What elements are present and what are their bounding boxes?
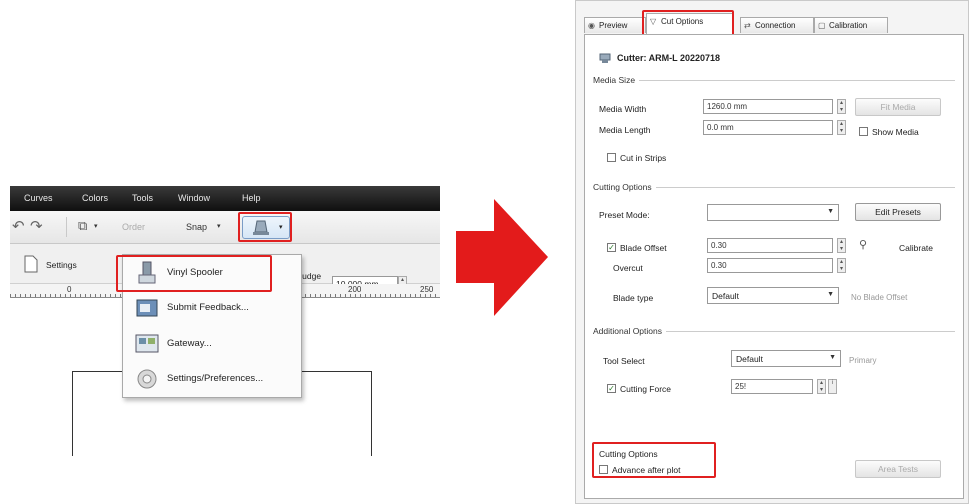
redo-icon[interactable]: ↷	[30, 217, 43, 235]
cutting-force-checkbox[interactable]: ✓	[607, 384, 616, 393]
menu-item-gateway[interactable]: Gateway...	[127, 329, 299, 359]
edit-presets-button[interactable]: Edit Presets	[855, 203, 941, 221]
menu-colors[interactable]: Colors	[82, 193, 108, 203]
overcut-label: Overcut	[613, 263, 643, 273]
tab-connection[interactable]: ⇄ Connection	[740, 17, 814, 33]
blade-type-label: Blade type	[613, 293, 654, 303]
show-media-label: Show Media	[872, 127, 919, 137]
preset-mode-select[interactable]: ▼	[707, 204, 839, 221]
area-tests-button[interactable]: Area Tests	[855, 460, 941, 478]
group-title: Additional Options	[593, 326, 666, 336]
calibration-icon: ▢	[818, 21, 826, 30]
left-screenshot: Curves Colors Tools Window Help ↶ ↷ ⧉ ▾ …	[10, 186, 440, 456]
cutter-name: Cutter: ARM-L 20220718	[617, 53, 721, 63]
group-title: Cutting Options	[593, 182, 656, 192]
preset-mode-label: Preset Mode:	[599, 210, 650, 220]
settings-button[interactable]: Settings	[46, 260, 77, 270]
settings-icon	[137, 369, 157, 389]
additional-options-group: Additional Options Tool Select Default ▼…	[593, 326, 955, 441]
menu-item-label: Settings/Preferences...	[167, 373, 264, 384]
gateway-icon	[135, 334, 159, 353]
media-size-group: Media Size Media Width 1260.0 mm ▴ ▾ Fit …	[593, 75, 955, 175]
overcut-stepper[interactable]: ▴ ▾	[837, 258, 846, 273]
arrange-icon[interactable]: ⧉	[78, 218, 87, 234]
cut-options-panel: ◉ Preview ▽ Cut Options ⇄ Connection ▢ C…	[575, 0, 969, 504]
cutting-force-info-icon[interactable]: i	[828, 379, 837, 394]
highlight-vinyl-spooler	[116, 255, 272, 292]
calibrate-icon: ⚲	[859, 239, 868, 251]
chevron-down-icon: ▼	[827, 208, 834, 215]
calibrate-button[interactable]: Calibrate	[899, 243, 933, 253]
cutting-force-label: Cutting Force	[620, 384, 672, 394]
tab-label: Connection	[755, 21, 796, 30]
chevron-down-icon: ▾	[217, 223, 221, 230]
blade-type-select[interactable]: Default ▼	[707, 287, 839, 304]
menu-bar: Curves Colors Tools Window Help	[10, 186, 440, 211]
menu-help[interactable]: Help	[242, 193, 261, 203]
cutting-force-input[interactable]: 25!	[731, 379, 813, 394]
tool-select-value: Default	[736, 354, 763, 364]
menu-window[interactable]: Window	[178, 193, 210, 203]
preview-icon: ◉	[588, 21, 595, 30]
highlight-plugin-button	[238, 212, 292, 242]
blade-offset-note: No Blade Offset	[851, 293, 908, 302]
tool-select-select[interactable]: Default ▼	[731, 350, 841, 367]
ruler-tick-label: 250	[420, 285, 434, 294]
chevron-down-icon: ▼	[829, 354, 836, 361]
show-media-checkbox[interactable]	[859, 127, 868, 136]
menu-item-settings-preferences[interactable]: Settings/Preferences...	[127, 364, 299, 394]
blade-offset-label: Blade Offset	[620, 243, 667, 253]
feedback-icon	[136, 299, 158, 317]
ruler-tick-label: 200	[348, 285, 362, 294]
cutting-options-group: Cutting Options Preset Mode: ▼ Edit Pres…	[593, 182, 955, 317]
menu-item-label: Submit Feedback...	[167, 302, 249, 313]
menu-tools[interactable]: Tools	[132, 193, 153, 203]
order-button[interactable]: Order	[122, 222, 145, 232]
blade-offset-stepper[interactable]: ▴ ▾	[837, 238, 846, 253]
undo-icon[interactable]: ↶	[12, 217, 25, 235]
cutting-force-stepper[interactable]: ▴ ▾	[817, 379, 826, 394]
cut-in-strips-checkbox[interactable]	[607, 153, 616, 162]
tool-select-label: Tool Select	[603, 356, 645, 366]
media-length-label: Media Length	[599, 125, 651, 135]
blade-offset-input[interactable]: 0.30	[707, 238, 833, 253]
menu-item-submit-feedback[interactable]: Submit Feedback...	[127, 293, 299, 323]
tab-preview[interactable]: ◉ Preview	[584, 17, 646, 33]
panel-tabs: ◉ Preview ▽ Cut Options ⇄ Connection ▢ C…	[584, 13, 964, 35]
group-title: Media Size	[593, 75, 640, 85]
chevron-down-icon: ▼	[827, 291, 834, 298]
menu-item-label: Gateway...	[167, 338, 212, 349]
media-width-stepper[interactable]: ▴ ▾	[837, 99, 846, 114]
tab-label: Calibration	[829, 21, 868, 30]
media-length-input[interactable]: 0.0 mm	[703, 120, 833, 135]
snap-button[interactable]: Snap	[186, 222, 207, 232]
overcut-input[interactable]: 0.30	[707, 258, 833, 273]
tool-select-note: Primary	[849, 356, 877, 365]
ruler-tick-label: 0	[67, 285, 72, 294]
red-arrow-icon	[456, 199, 548, 316]
cutter-icon	[599, 53, 611, 63]
panel-body: Cutter: ARM-L 20220718 Media Size Media …	[584, 34, 964, 499]
media-length-stepper[interactable]: ▴ ▾	[837, 120, 846, 135]
blade-type-value: Default	[712, 291, 739, 301]
blade-offset-checkbox[interactable]: ✓	[607, 243, 616, 252]
toolbar: ↶ ↷ ⧉ ▾ Order Snap ▾ ▾	[10, 211, 440, 244]
tab-label: Preview	[599, 21, 628, 30]
chevron-down-icon: ▾	[94, 223, 98, 230]
connection-icon: ⇄	[744, 21, 751, 30]
cut-in-strips-label: Cut in Strips	[620, 153, 667, 163]
document-icon	[24, 255, 38, 273]
media-width-label: Media Width	[599, 104, 647, 114]
fit-media-button[interactable]: Fit Media	[855, 98, 941, 116]
highlight-advance-after-plot	[592, 442, 716, 478]
media-width-input[interactable]: 1260.0 mm	[703, 99, 833, 114]
menu-curves[interactable]: Curves	[24, 193, 53, 203]
tab-calibration[interactable]: ▢ Calibration	[814, 17, 888, 33]
